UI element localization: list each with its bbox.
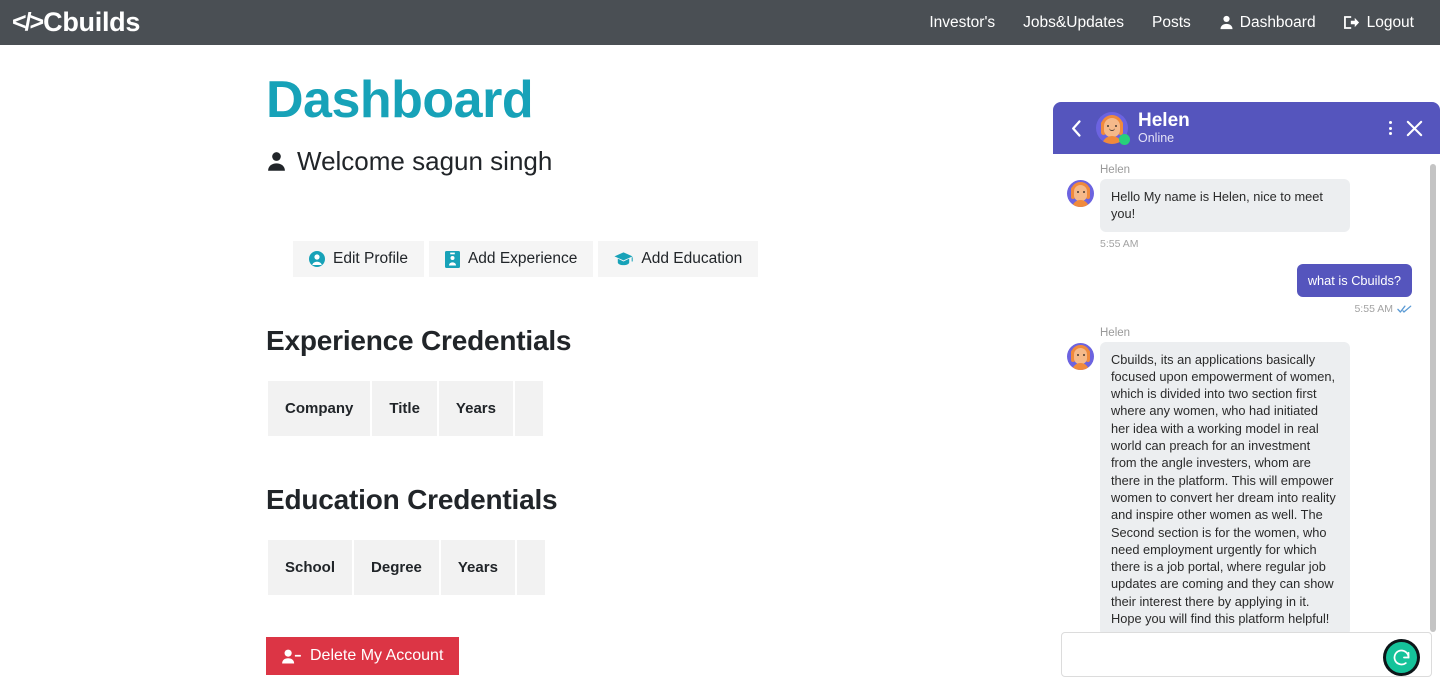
message-timestamp: 5:55 AM: [1354, 302, 1393, 315]
kebab-menu-icon[interactable]: [1383, 121, 1405, 135]
add-experience-button[interactable]: Add Experience: [428, 241, 594, 278]
message-sender: Helen: [1100, 326, 1131, 339]
sign-out-icon: [1343, 15, 1361, 30]
column-header-school: School: [268, 540, 353, 596]
top-navbar: </> Cbuilds Investor's Jobs&Updates Posts…: [0, 0, 1440, 45]
chat-contact-status: Online: [1138, 131, 1175, 146]
chat-header: Helen Online: [1053, 102, 1440, 154]
nav-link-logout[interactable]: Logout: [1343, 13, 1414, 32]
column-header-years: Years: [438, 381, 513, 437]
nav-link-label: Dashboard: [1239, 13, 1316, 31]
code-glyph-icon: </>: [12, 8, 44, 36]
user-circle-icon: [309, 251, 325, 268]
user-minus-icon: [282, 649, 301, 664]
grammarly-icon[interactable]: [1383, 639, 1420, 676]
message-sender: Helen: [1100, 164, 1131, 176]
education-credentials-table: School Degree Years: [266, 540, 547, 596]
chat-title-block: Helen Online: [1138, 110, 1383, 147]
column-header-degree: Degree: [354, 540, 439, 596]
graduation-cap-icon: [614, 251, 634, 267]
button-label: Add Education: [641, 250, 743, 268]
user-icon: [1219, 15, 1234, 30]
helen-avatar: [1067, 180, 1094, 207]
chat-input-area: [1053, 632, 1440, 690]
close-icon[interactable]: [1405, 119, 1426, 138]
message-text: Hello My name is Helen, nice to meet you…: [1100, 179, 1350, 232]
nav-links: Investor's Jobs&Updates Posts Dashboard …: [929, 14, 1426, 32]
nav-link-label: Logout: [1366, 13, 1414, 31]
chat-widget: Helen Online Helen Hello My name is Hele…: [1053, 102, 1440, 690]
brand-name: Cbuilds: [43, 7, 141, 37]
column-header-title: Title: [372, 381, 437, 437]
chat-scrollbar[interactable]: [1430, 164, 1436, 632]
button-label: Add Experience: [467, 250, 578, 268]
double-check-icon: [1397, 304, 1412, 314]
chat-message-outgoing: what is Cbuilds? 5:55 AM: [1061, 263, 1428, 315]
edit-profile-button[interactable]: Edit Profile: [293, 241, 424, 278]
chat-message-list[interactable]: Helen Hello My name is Helen, nice to me…: [1053, 154, 1440, 632]
nav-link-posts[interactable]: Posts: [1152, 14, 1191, 32]
nav-link-label: Posts: [1151, 13, 1191, 31]
button-label: Edit Profile: [333, 250, 408, 268]
chevron-left-icon[interactable]: [1065, 119, 1088, 137]
id-badge-icon: [444, 250, 460, 268]
nav-link-dashboard[interactable]: Dashboard: [1219, 14, 1316, 32]
helen-avatar: [1096, 112, 1130, 145]
message-timestamp: 5:55 AM: [1100, 237, 1139, 250]
helen-avatar: [1067, 342, 1094, 370]
chat-contact-name: Helen: [1138, 109, 1190, 131]
nav-link-jobs-updates[interactable]: Jobs&Updates: [1023, 14, 1124, 32]
delete-my-account-button[interactable]: Delete My Account: [266, 637, 460, 676]
chat-message-input[interactable]: [1061, 632, 1432, 677]
nav-link-label: Jobs&Updates: [1023, 13, 1124, 31]
table-header-row: Company Title Years: [268, 381, 543, 437]
user-icon: [266, 151, 287, 172]
welcome-text: Welcome sagun singh: [297, 146, 553, 177]
nav-link-label: Investor's: [929, 13, 996, 31]
online-status-dot: [1119, 134, 1130, 145]
table-header-row: School Degree Years: [268, 540, 545, 596]
experience-credentials-table: Company Title Years: [266, 381, 545, 437]
button-label: Delete My Account: [310, 647, 444, 665]
column-header-actions: [514, 381, 543, 437]
brand-logo[interactable]: </> Cbuilds: [12, 7, 140, 38]
message-text: what is Cbuilds?: [1296, 263, 1412, 297]
column-header-actions: [516, 540, 545, 596]
nav-link-investors[interactable]: Investor's: [929, 14, 995, 32]
chat-message-incoming: Helen Hello My name is Helen, nice to me…: [1061, 164, 1428, 250]
message-text: Cbuilds, its an applications basically f…: [1100, 341, 1350, 632]
column-header-company: Company: [268, 381, 371, 437]
add-education-button[interactable]: Add Education: [598, 241, 759, 278]
chat-message-incoming: Helen Cbuilds, its an applications basic…: [1061, 327, 1428, 632]
column-header-years: Years: [440, 540, 515, 596]
